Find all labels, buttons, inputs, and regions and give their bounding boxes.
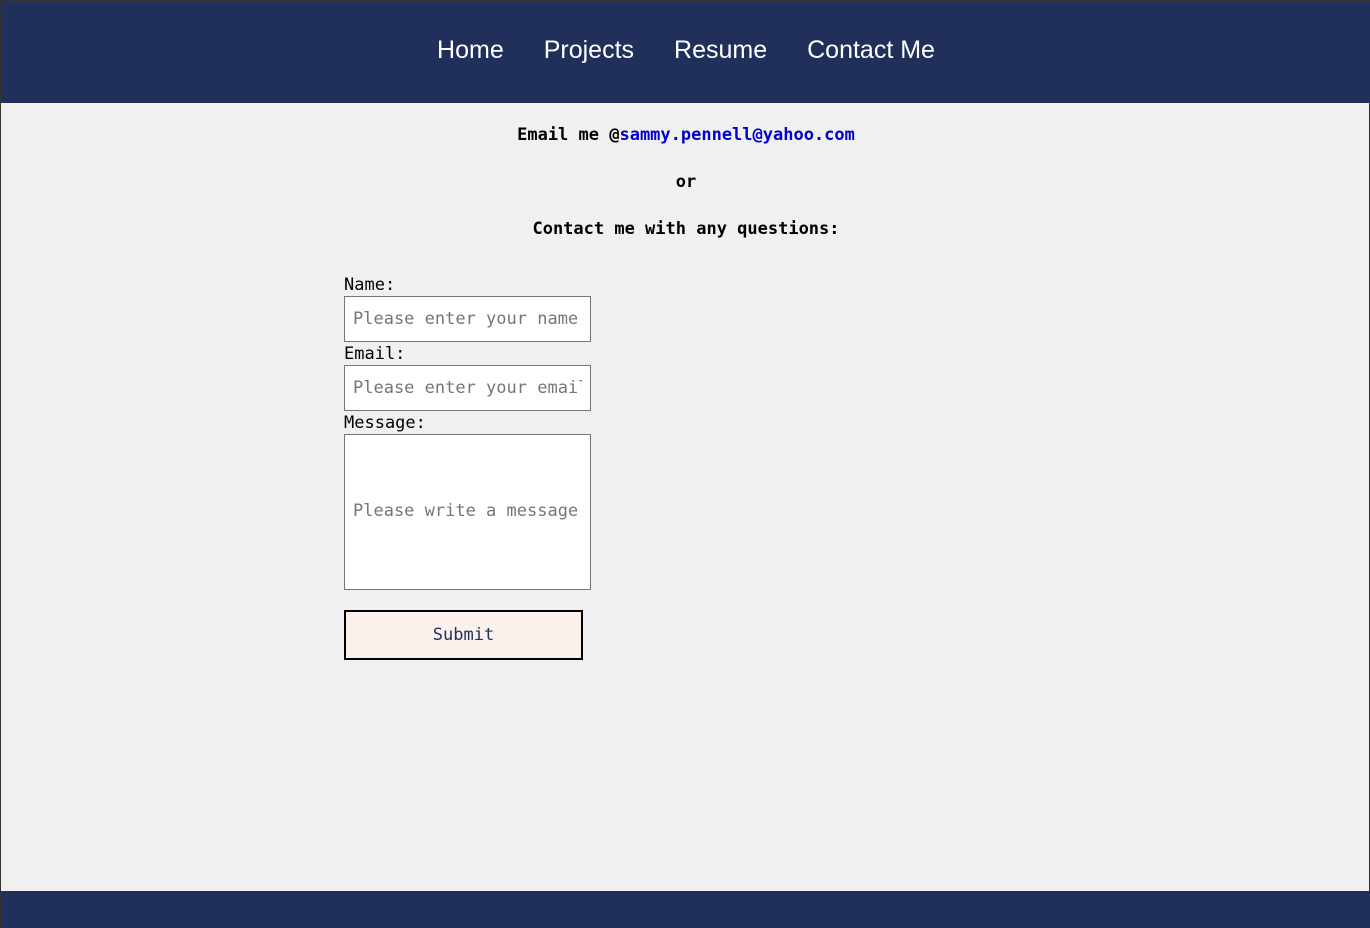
message-textarea[interactable] [344, 434, 591, 590]
nav-link-resume[interactable]: Resume [674, 36, 767, 65]
email-input[interactable] [344, 365, 591, 411]
email-line: Email me @sammy.pennell@yahoo.com [1, 125, 1370, 145]
site-header: Home Projects Resume Contact Me [1, 2, 1370, 103]
site-footer [1, 891, 1370, 928]
name-label: Name: [344, 275, 396, 295]
email-link[interactable]: sammy.pennell@yahoo.com [619, 125, 854, 145]
message-label: Message: [344, 413, 426, 433]
or-text: or [675, 172, 697, 192]
contact-form: Name: Email: Message: Submit [344, 274, 594, 660]
nav-link-contact-me[interactable]: Contact Me [807, 36, 935, 65]
email-prefix-text: Email me @ [517, 125, 620, 145]
email-label: Email: [344, 344, 406, 364]
nav-link-projects[interactable]: Projects [544, 36, 634, 65]
name-input[interactable] [344, 296, 591, 342]
nav-link-home[interactable]: Home [437, 36, 504, 65]
contact-questions-heading: Contact me with any questions: [532, 219, 840, 239]
submit-button[interactable]: Submit [344, 610, 583, 660]
main-nav: Home Projects Resume Contact Me [437, 36, 935, 65]
